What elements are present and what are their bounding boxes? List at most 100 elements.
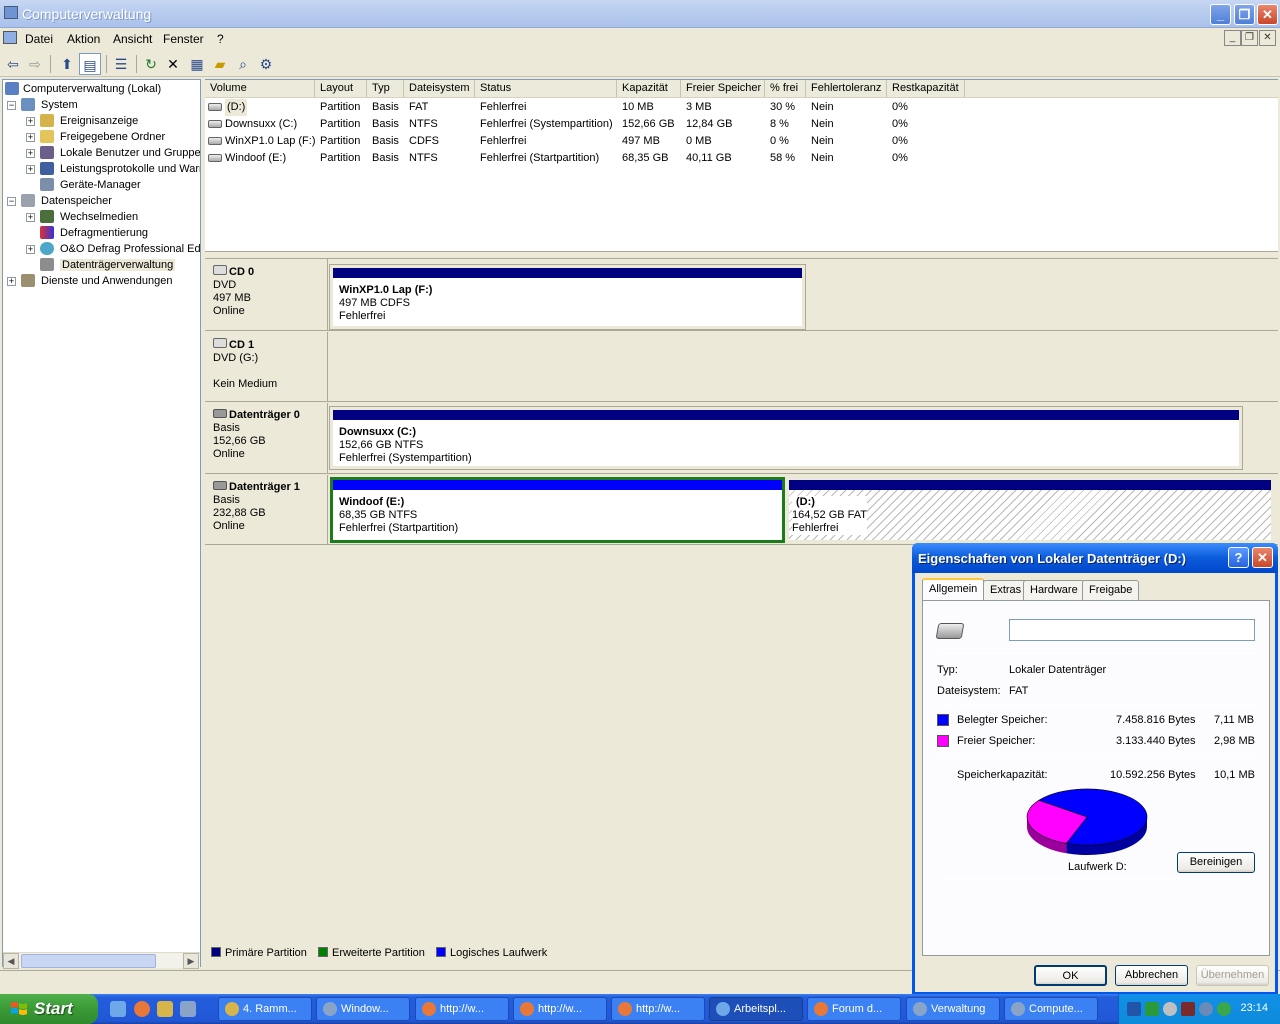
- back-arrow-icon[interactable]: ⇦: [2, 53, 24, 75]
- table-row[interactable]: WinXP1.0 Lap (F:) Partition Basis CDFS Fehle…: [205, 133, 965, 150]
- taskbar-task[interactable]: 4. Ramm...: [218, 997, 312, 1021]
- disk-label-disk1[interactable]: Datenträger 1 Basis 232,88 GB Online: [205, 475, 328, 544]
- expand-event-viewer[interactable]: +: [26, 117, 35, 126]
- taskbar-task[interactable]: Forum d...: [807, 997, 901, 1021]
- menu-help[interactable]: ?: [217, 32, 224, 46]
- open-folder-icon[interactable]: ▰: [209, 53, 231, 75]
- quicklaunch-tools-icon[interactable]: [180, 1001, 196, 1017]
- tree-item-removable-storage[interactable]: Wechselmedien: [40, 209, 138, 225]
- dialog-titlebar[interactable]: Eigenschaften von Lokaler Datenträger (D…: [912, 543, 1278, 573]
- volume-name-input[interactable]: [1009, 619, 1255, 641]
- show-tree-icon[interactable]: ▤: [79, 53, 101, 75]
- tree-item-disk-management[interactable]: Datenträgerverwaltung: [40, 257, 176, 273]
- taskbar-task[interactable]: Verwaltung: [906, 997, 1000, 1021]
- tab-allgemein[interactable]: Allgemein: [922, 578, 985, 601]
- tab-hardware[interactable]: Hardware: [1023, 580, 1085, 600]
- clock[interactable]: 23:14: [1240, 1002, 1268, 1014]
- expand-oo-defrag[interactable]: +: [26, 245, 35, 254]
- up-folder-icon[interactable]: ⬆: [56, 53, 78, 75]
- system-menu-icon[interactable]: [3, 31, 17, 44]
- menu-ansicht[interactable]: Ansicht: [113, 32, 152, 46]
- ok-button[interactable]: OK: [1034, 965, 1107, 986]
- window-titlebar[interactable]: Computerverwaltung _ ❐ ✕: [0, 0, 1280, 28]
- tree-item-local-users[interactable]: Lokale Benutzer und Gruppen: [40, 145, 200, 161]
- properties-icon[interactable]: ☰: [110, 53, 132, 75]
- maximize-button[interactable]: ❐: [1234, 4, 1255, 25]
- expand-shared-folders[interactable]: +: [26, 133, 35, 142]
- col-header-overhead[interactable]: Restkapazität: [887, 80, 965, 98]
- tree-horizontal-scrollbar[interactable]: ◀ ▶: [3, 952, 200, 969]
- tree-item-oo-defrag[interactable]: O&O Defrag Professional Edition: [40, 241, 200, 257]
- scroll-left-icon[interactable]: ◀: [3, 953, 19, 969]
- taskbar-task[interactable]: http://w...: [415, 997, 509, 1021]
- menu-datei[interactable]: Datei: [25, 32, 53, 46]
- forward-arrow-icon[interactable]: ⇨: [24, 53, 46, 75]
- partition-windoof-e[interactable]: Windoof (E:) 68,35 GB NTFS Fehlerfrei (S…: [330, 477, 785, 543]
- tree-item-shared-folders[interactable]: Freigegebene Ordner: [40, 129, 165, 145]
- disk-label-disk0[interactable]: Datenträger 0 Basis 152,66 GB Online: [205, 403, 328, 473]
- tray-app-icon[interactable]: [1181, 1002, 1195, 1016]
- partition-d[interactable]: (D:) 164,52 GB FAT Fehlerfrei: [786, 477, 1274, 543]
- tray-network-icon[interactable]: [1127, 1002, 1141, 1016]
- taskbar-task[interactable]: http://w...: [513, 997, 607, 1021]
- dialog-close-button[interactable]: ✕: [1252, 547, 1273, 568]
- tab-extras[interactable]: Extras: [983, 580, 1029, 600]
- cancel-button[interactable]: Abbrechen: [1115, 965, 1188, 986]
- quicklaunch-app-icon[interactable]: [157, 1001, 173, 1017]
- col-header-layout[interactable]: Layout: [315, 80, 367, 98]
- tree-item-defrag[interactable]: Defragmentierung: [40, 225, 148, 241]
- tree-item-storage[interactable]: Datenspeicher: [21, 193, 112, 209]
- quicklaunch-desktop-icon[interactable]: [110, 1001, 126, 1017]
- start-button[interactable]: Start: [0, 994, 98, 1024]
- partition-downsuxx-c[interactable]: Downsuxx (C:) 152,66 GB NTFS Fehlerfrei …: [329, 406, 1243, 470]
- mdi-minimize-button[interactable]: _: [1224, 30, 1241, 46]
- disk-label-cd0[interactable]: CD 0 DVD 497 MB Online: [205, 259, 328, 330]
- delete-icon[interactable]: ✕: [162, 53, 184, 75]
- col-header-typ[interactable]: Typ: [367, 80, 404, 98]
- settings-icon[interactable]: ⚙: [255, 53, 277, 75]
- collapse-storage[interactable]: −: [7, 197, 16, 206]
- pane-splitter[interactable]: [205, 251, 1278, 259]
- taskbar-task[interactable]: Window...: [316, 997, 410, 1021]
- col-header-percent-free[interactable]: % frei: [765, 80, 806, 98]
- taskbar-task[interactable]: http://w...: [611, 997, 705, 1021]
- col-header-dateisystem[interactable]: Dateisystem: [404, 80, 475, 98]
- col-header-status[interactable]: Status: [475, 80, 617, 98]
- table-row[interactable]: (D:) Partition Basis FAT Fehlerfrei 10 MB 3 MB…: [205, 99, 965, 116]
- expand-local-users[interactable]: +: [26, 149, 35, 158]
- expand-services[interactable]: +: [7, 277, 16, 286]
- disk-label-cd1[interactable]: CD 1 DVD (G:) Kein Medium: [205, 332, 328, 401]
- menu-aktion[interactable]: Aktion: [67, 32, 100, 46]
- scroll-right-icon[interactable]: ▶: [183, 953, 199, 969]
- expand-removable-storage[interactable]: +: [26, 213, 35, 222]
- tray-update-icon[interactable]: [1217, 1002, 1231, 1016]
- scroll-thumb[interactable]: [21, 954, 156, 968]
- tree-item-performance-logs[interactable]: Leistungsprotokolle und Warnungen: [40, 161, 200, 177]
- tray-sync-icon[interactable]: [1199, 1002, 1213, 1016]
- tree-item-device-manager[interactable]: Geräte-Manager: [40, 177, 141, 193]
- taskbar-task[interactable]: Compute...: [1004, 997, 1098, 1021]
- expand-performance-logs[interactable]: +: [26, 165, 35, 174]
- refresh-icon[interactable]: ↻: [140, 53, 162, 75]
- mdi-close-button[interactable]: ✕: [1259, 30, 1276, 46]
- menu-fenster[interactable]: Fenster: [163, 32, 204, 46]
- minimize-button[interactable]: _: [1210, 4, 1231, 25]
- tree-item-system[interactable]: System: [21, 97, 78, 113]
- help-button[interactable]: ?: [1228, 547, 1249, 568]
- close-button[interactable]: ✕: [1257, 4, 1278, 25]
- tree-item-services[interactable]: Dienste und Anwendungen: [21, 273, 173, 289]
- tab-freigabe[interactable]: Freigabe: [1082, 580, 1140, 600]
- table-row[interactable]: Windoof (E:) Partition Basis NTFS Fehlerfrei…: [205, 150, 965, 167]
- table-row[interactable]: Downsuxx (C:) Partition Basis NTFS Fehlerfre…: [205, 116, 965, 133]
- taskbar-task[interactable]: Arbeitspl...: [709, 997, 803, 1021]
- col-header-fault-tolerance[interactable]: Fehlertoleranz: [806, 80, 887, 98]
- col-header-free[interactable]: Freier Speicher: [681, 80, 765, 98]
- cleanup-button[interactable]: Bereinigen: [1177, 852, 1255, 873]
- apply-button[interactable]: Übernehmen: [1196, 965, 1269, 986]
- mdi-restore-button[interactable]: ❐: [1241, 30, 1258, 46]
- col-header-volume[interactable]: Volume: [205, 80, 315, 98]
- quicklaunch-firefox-icon[interactable]: [134, 1001, 150, 1017]
- search-icon[interactable]: ⌕: [232, 53, 254, 75]
- col-header-capacity[interactable]: Kapazität: [617, 80, 681, 98]
- partition-winxp-f[interactable]: WinXP1.0 Lap (F:) 497 MB CDFS Fehlerfrei: [329, 264, 806, 330]
